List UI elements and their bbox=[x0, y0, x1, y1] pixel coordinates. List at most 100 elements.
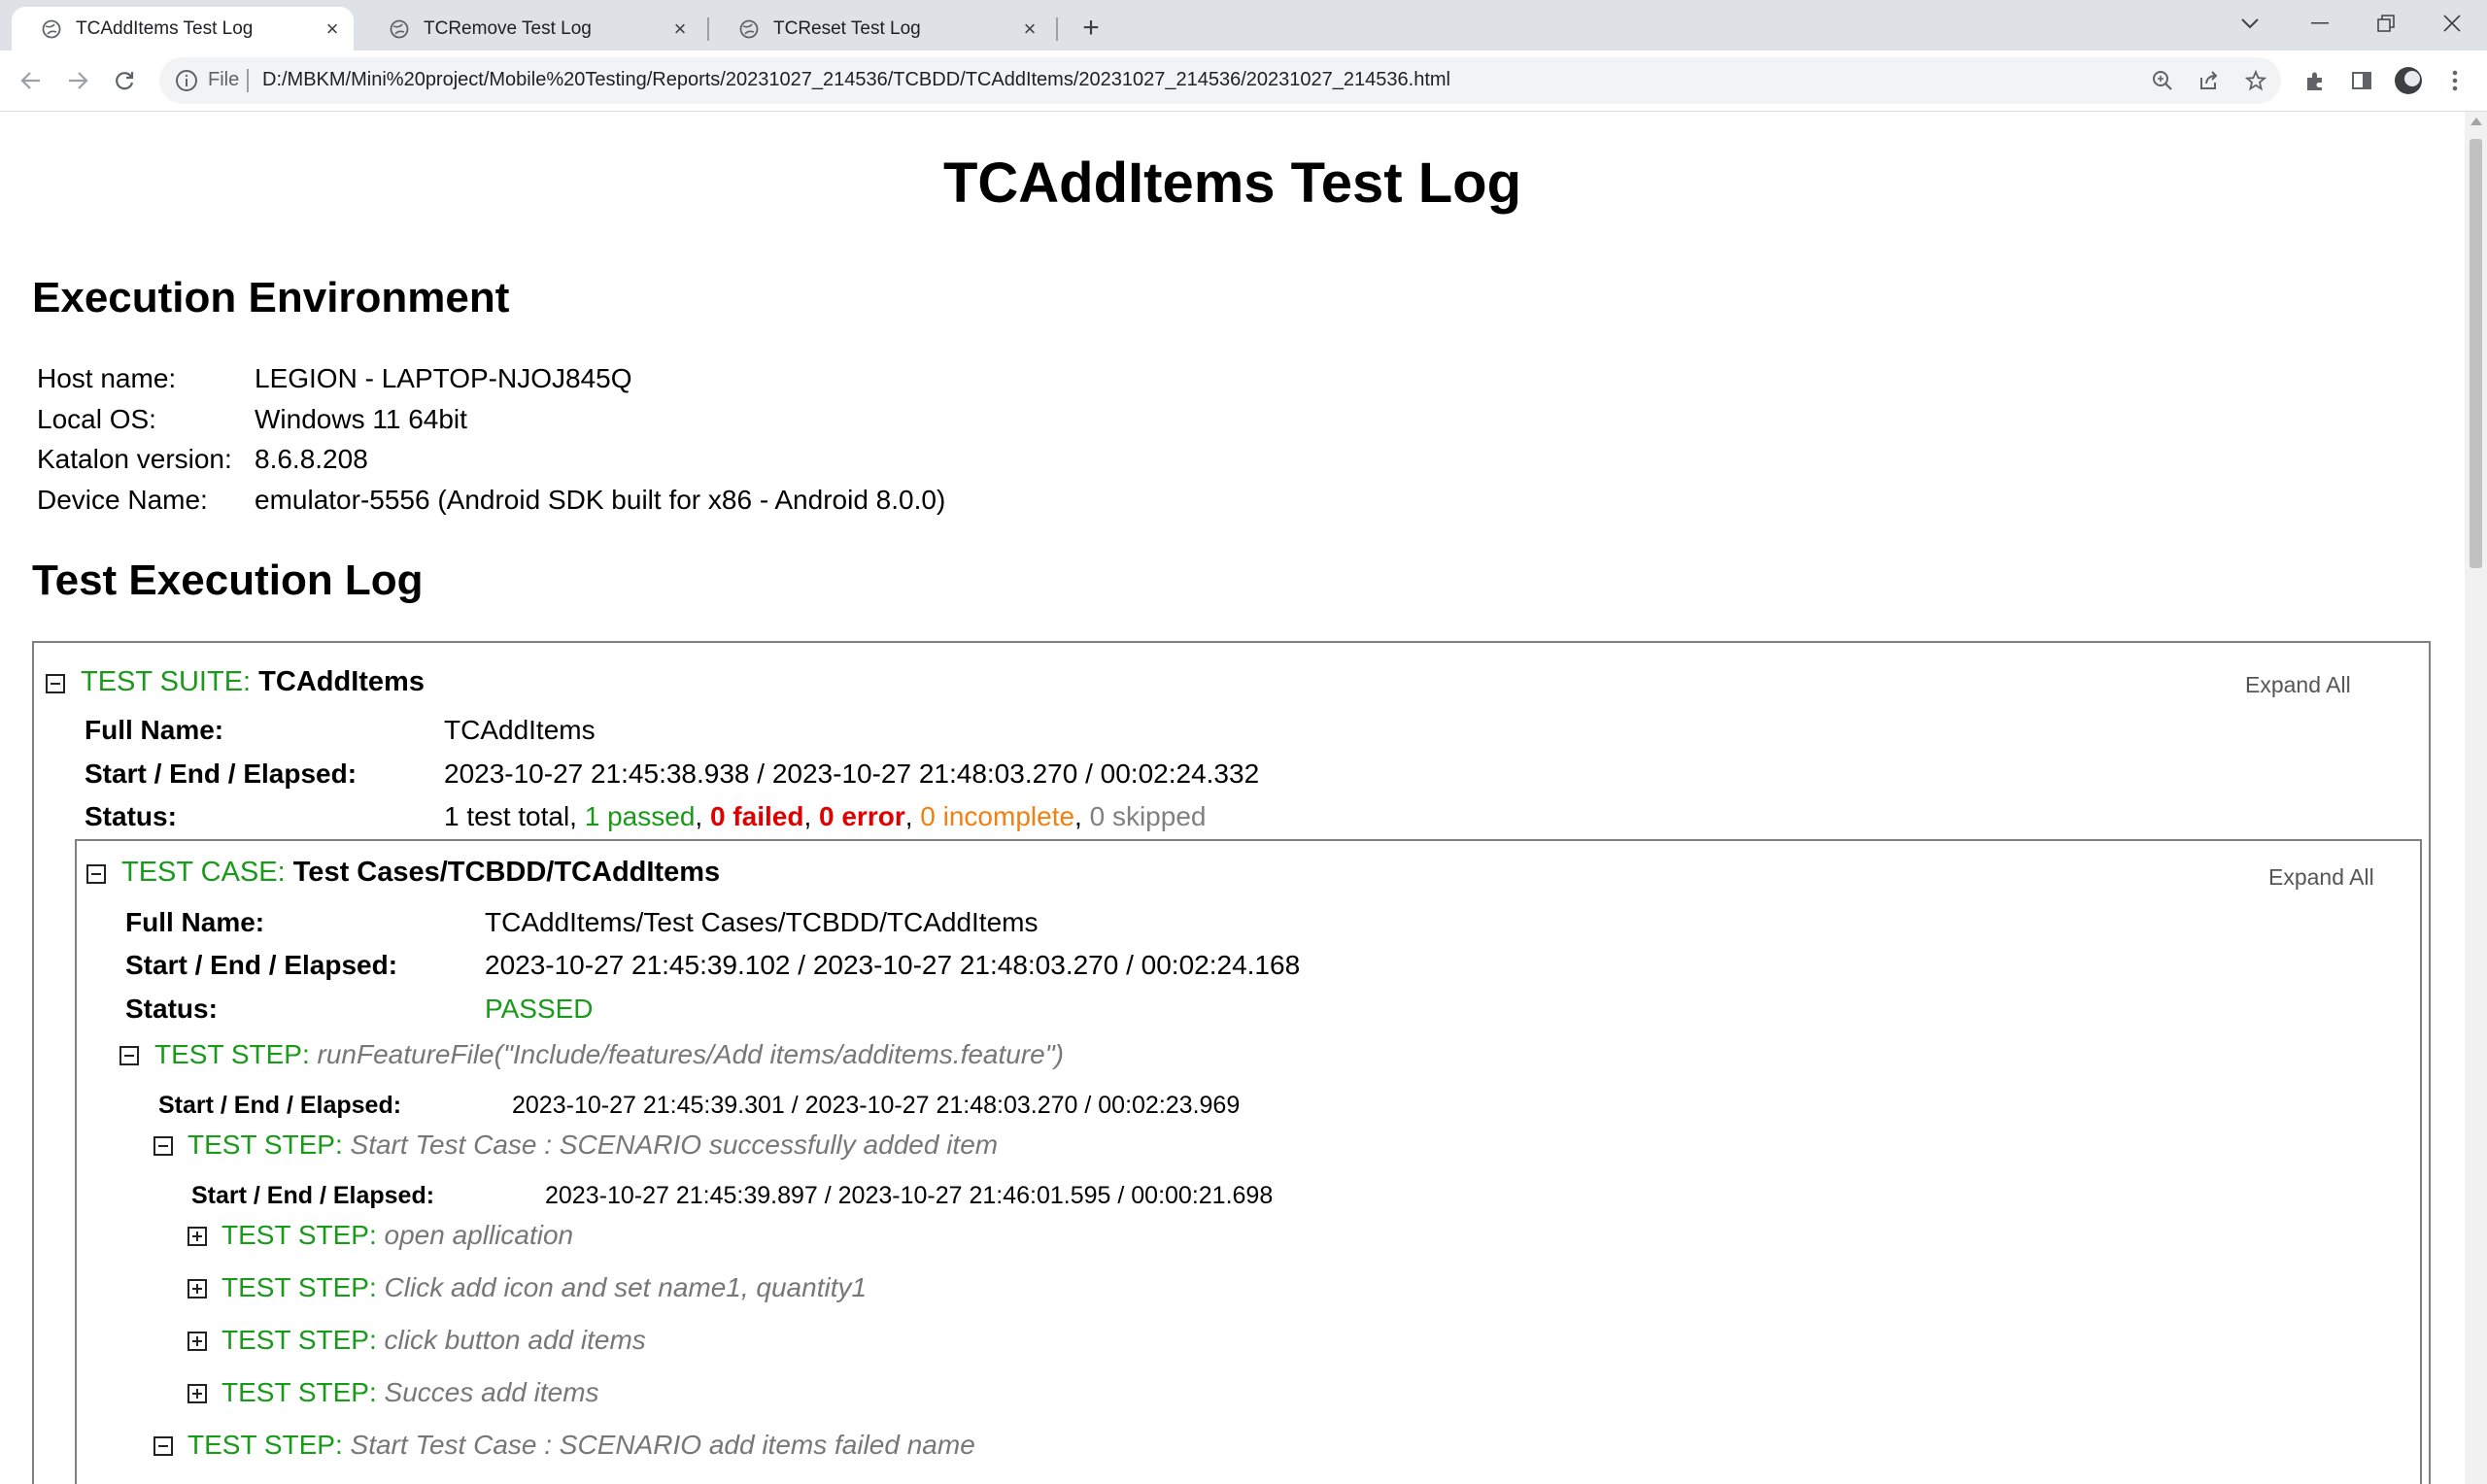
tab-title: TCReset Test Log bbox=[773, 17, 921, 39]
case-fullname-label: Full Name: bbox=[125, 907, 265, 937]
url-text[interactable]: D:/MBKM/Mini%20project/Mobile%20Testing/… bbox=[262, 69, 1450, 91]
case-fullname-value: TCAddItems/Test Cases/TCBDD/TCAddItems bbox=[485, 907, 1039, 937]
status-comma: , bbox=[904, 801, 913, 831]
status-comma: , bbox=[803, 801, 812, 831]
tab-tcreset[interactable]: TCReset Test Log × bbox=[709, 7, 1051, 51]
suite-header: TEST SUITE: TCAddItems bbox=[81, 666, 425, 698]
bookmark-star-icon[interactable] bbox=[2242, 67, 2269, 94]
case-status-value: PASSED bbox=[485, 994, 594, 1024]
zoom-icon[interactable] bbox=[2149, 67, 2176, 94]
step-scenario-1: TEST STEP: Start Test Case : SCENARIO su… bbox=[187, 1130, 998, 1161]
suite-fullname-label: Full Name: bbox=[85, 715, 224, 745]
env-value: Windows 11 64bit bbox=[255, 404, 467, 434]
env-value: emulator-5556 (Android SDK built for x86… bbox=[255, 485, 946, 515]
env-key: Local OS: bbox=[37, 404, 156, 434]
scrollbar-thumb[interactable] bbox=[2470, 139, 2482, 568]
reload-icon bbox=[116, 72, 134, 90]
env-heading: Execution Environment bbox=[32, 274, 510, 321]
suite-fullname-value: TCAddItems bbox=[444, 715, 596, 745]
expand-toggle-icon[interactable] bbox=[187, 1384, 207, 1403]
collapse-toggle-icon[interactable] bbox=[119, 1046, 139, 1065]
tab-tcremove[interactable]: TCRemove Test Log × bbox=[359, 7, 701, 51]
tab-search-button[interactable] bbox=[2221, 4, 2279, 43]
step-time-label: Start / End / Elapsed: bbox=[158, 1092, 402, 1119]
step-time-value: 2023-10-27 21:45:39.897 / 2023-10-27 21:… bbox=[545, 1182, 1274, 1209]
restore-button[interactable] bbox=[2357, 4, 2415, 43]
side-panel-icon[interactable] bbox=[2347, 66, 2376, 95]
expand-toggle-icon[interactable] bbox=[187, 1227, 207, 1246]
env-value: LEGION - LAPTOP-NJOJ845Q bbox=[255, 363, 632, 393]
env-row-host: Host name: LEGION - LAPTOP-NJOJ845Q bbox=[37, 363, 632, 394]
step-prefix: TEST STEP: bbox=[221, 1377, 377, 1407]
env-row-os: Local OS: Windows 11 64bit bbox=[37, 404, 467, 435]
step-prefix: TEST STEP: bbox=[221, 1220, 377, 1250]
step-prefix: TEST STEP: bbox=[154, 1039, 310, 1069]
status-comma: , bbox=[695, 801, 703, 831]
profile-avatar[interactable] bbox=[2394, 66, 2423, 95]
expand-all-button[interactable]: Expand All bbox=[2268, 864, 2374, 891]
step-prefix: TEST STEP: bbox=[187, 1130, 343, 1160]
reload-button[interactable] bbox=[107, 63, 142, 98]
restore-icon bbox=[2377, 15, 2395, 32]
page-title: TCAddItems Test Log bbox=[942, 152, 1522, 215]
step-name: open apllication bbox=[384, 1220, 574, 1250]
env-key: Device Name: bbox=[37, 485, 208, 515]
kebab-menu-icon[interactable] bbox=[2440, 66, 2470, 95]
env-value: 8.6.8.208 bbox=[255, 444, 368, 474]
close-icon[interactable]: × bbox=[1016, 16, 1043, 43]
step-succes-add-items: TEST STEP: Succes add items bbox=[221, 1377, 599, 1408]
suite-name: TCAddItems bbox=[258, 666, 425, 697]
minimize-icon bbox=[2311, 22, 2329, 24]
tab-tcadditems[interactable]: TCAddItems Test Log × bbox=[12, 7, 354, 51]
status-total: 1 test total, bbox=[444, 801, 577, 831]
globe-icon bbox=[389, 18, 410, 40]
tab-separator bbox=[1056, 17, 1058, 41]
status-error: 0 error bbox=[819, 801, 905, 831]
forward-button[interactable] bbox=[60, 63, 95, 98]
tab-strip: TCAddItems Test Log × TCRemove Test Log … bbox=[0, 0, 2487, 51]
case-time-value: 2023-10-27 21:45:39.102 / 2023-10-27 21:… bbox=[485, 950, 1301, 980]
arrow-left-icon bbox=[20, 72, 40, 89]
collapse-toggle-icon[interactable] bbox=[46, 674, 65, 693]
omnibox-separator bbox=[247, 69, 249, 92]
report-page: TCAddItems Test Log Execution Environmen… bbox=[0, 112, 2465, 1484]
browser-toolbar: File D:/MBKM/Mini%20project/Mobile%20Tes… bbox=[0, 51, 2487, 112]
case-name: Test Cases/TCBDD/TCAddItems bbox=[292, 857, 721, 888]
minimize-button[interactable] bbox=[2291, 4, 2349, 43]
close-window-button[interactable] bbox=[2423, 4, 2481, 43]
expand-all-button[interactable]: Expand All bbox=[2245, 672, 2351, 698]
step-prefix: TEST STEP: bbox=[221, 1272, 377, 1302]
globe-icon bbox=[738, 18, 760, 40]
close-icon[interactable]: × bbox=[319, 16, 346, 43]
step-scenario-2: TEST STEP: Start Test Case : SCENARIO ad… bbox=[187, 1430, 975, 1461]
page-scrollbar[interactable] bbox=[2465, 112, 2487, 1484]
case-prefix: TEST CASE: bbox=[121, 857, 286, 888]
new-tab-button[interactable]: + bbox=[1073, 10, 1109, 47]
suite-time-label: Start / End / Elapsed: bbox=[85, 759, 358, 789]
scroll-up-arrow-icon[interactable] bbox=[2470, 118, 2482, 125]
status-comma: , bbox=[1074, 801, 1082, 831]
close-icon[interactable]: × bbox=[666, 16, 694, 43]
step-prefix: TEST STEP: bbox=[187, 1430, 343, 1460]
env-row-device: Device Name: emulator-5556 (Android SDK b… bbox=[37, 485, 945, 516]
collapse-toggle-icon[interactable] bbox=[153, 1136, 173, 1156]
back-button[interactable] bbox=[14, 63, 49, 98]
step-time-label: Start / End / Elapsed: bbox=[191, 1182, 435, 1209]
suite-time-value: 2023-10-27 21:45:38.938 / 2023-10-27 21:… bbox=[444, 759, 1260, 789]
globe-icon bbox=[41, 18, 62, 40]
expand-toggle-icon[interactable] bbox=[187, 1332, 207, 1351]
collapse-toggle-icon[interactable] bbox=[153, 1436, 173, 1456]
collapse-toggle-icon[interactable] bbox=[86, 864, 106, 884]
extensions-icon[interactable] bbox=[2300, 66, 2330, 95]
share-icon[interactable] bbox=[2196, 67, 2223, 94]
step-name: Click add icon and set name1, quantity1 bbox=[384, 1272, 868, 1302]
env-key: Katalon version: bbox=[37, 444, 232, 474]
test-case-panel: TEST CASE: Test Cases/TCBDD/TCAddItems E… bbox=[75, 839, 2422, 1484]
address-bar[interactable]: File D:/MBKM/Mini%20project/Mobile%20Tes… bbox=[159, 57, 2281, 104]
step-name: Succes add items bbox=[384, 1377, 599, 1407]
expand-toggle-icon[interactable] bbox=[187, 1279, 207, 1298]
status-passed: 1 passed bbox=[584, 801, 696, 831]
arrow-right-icon bbox=[69, 72, 88, 89]
status-failed: 0 failed bbox=[709, 801, 804, 831]
case-time-label: Start / End / Elapsed: bbox=[125, 950, 398, 980]
